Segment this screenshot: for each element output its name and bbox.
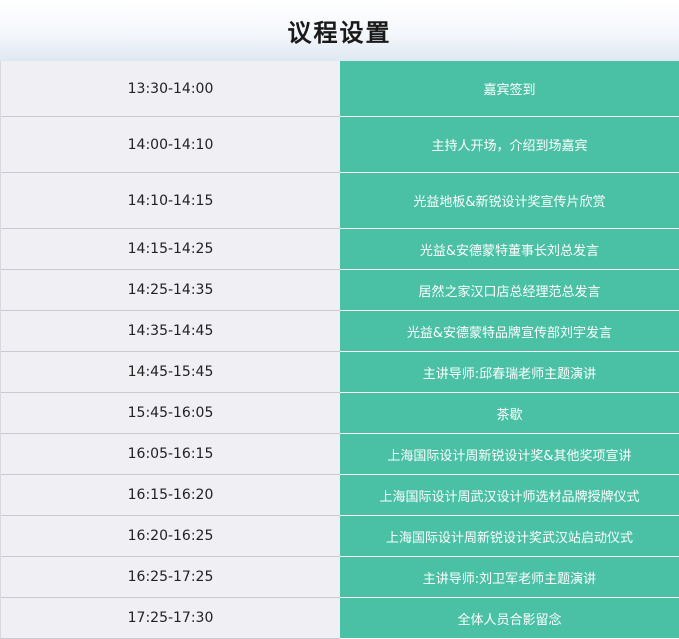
agenda-item: 上海国际设计周新锐设计奖武汉站启动仪式 [340,516,679,557]
agenda-table: 13:30-14:00 嘉宾签到 14:00-14:10 主持人开场，介绍到场嘉… [0,61,679,639]
agenda-row: 14:15-14:25 光益&安德蒙特董事长刘总发言 [1,229,679,270]
agenda-page: 议程设置 13:30-14:00 嘉宾签到 14:00-14:10 主持人开场，… [0,0,679,639]
agenda-item: 上海国际设计周新锐设计奖&其他奖项宣讲 [340,434,679,475]
agenda-item: 茶歇 [340,393,679,434]
agenda-row: 17:25-17:30 全体人员合影留念 [1,598,679,639]
agenda-time: 14:45-15:45 [1,352,340,392]
agenda-time: 15:45-16:05 [1,393,340,433]
agenda-time: 14:15-14:25 [1,229,340,269]
agenda-item: 居然之家汉口店总经理范总发言 [340,270,679,311]
agenda-item: 上海国际设计周武汉设计师选材品牌授牌仪式 [340,475,679,516]
agenda-time: 14:10-14:15 [1,173,340,228]
agenda-row: 16:25-17:25 主讲导师:刘卫军老师主题演讲 [1,557,679,598]
agenda-item: 光益地板&新锐设计奖宣传片欣赏 [340,173,679,229]
agenda-row: 16:15-16:20 上海国际设计周武汉设计师选材品牌授牌仪式 [1,475,679,516]
agenda-time: 14:00-14:10 [1,117,340,172]
agenda-row: 14:35-14:45 光益&安德蒙特品牌宣传部刘宇发言 [1,311,679,352]
agenda-item: 主讲导师:刘卫军老师主题演讲 [340,557,679,598]
agenda-time: 16:20-16:25 [1,516,340,556]
agenda-row: 13:30-14:00 嘉宾签到 [1,61,679,117]
agenda-item: 光益&安德蒙特董事长刘总发言 [340,229,679,270]
agenda-item: 光益&安德蒙特品牌宣传部刘宇发言 [340,311,679,352]
agenda-row: 16:20-16:25 上海国际设计周新锐设计奖武汉站启动仪式 [1,516,679,557]
agenda-item: 全体人员合影留念 [340,598,679,639]
agenda-item: 主持人开场，介绍到场嘉宾 [340,117,679,173]
agenda-item: 嘉宾签到 [340,61,679,117]
page-title: 议程设置 [287,19,392,47]
agenda-row: 14:00-14:10 主持人开场，介绍到场嘉宾 [1,117,679,173]
agenda-row: 16:05-16:15 上海国际设计周新锐设计奖&其他奖项宣讲 [1,434,679,475]
agenda-time: 16:15-16:20 [1,475,340,515]
agenda-time: 14:35-14:45 [1,311,340,351]
agenda-time: 17:25-17:30 [1,598,340,638]
header: 议程设置 [0,0,679,61]
agenda-row: 14:10-14:15 光益地板&新锐设计奖宣传片欣赏 [1,173,679,229]
agenda-item: 主讲导师:邱春瑞老师主题演讲 [340,352,679,393]
agenda-time: 14:25-14:35 [1,270,340,310]
agenda-row: 14:45-15:45 主讲导师:邱春瑞老师主题演讲 [1,352,679,393]
agenda-row: 15:45-16:05 茶歇 [1,393,679,434]
agenda-time: 13:30-14:00 [1,61,340,116]
agenda-row: 14:25-14:35 居然之家汉口店总经理范总发言 [1,270,679,311]
agenda-time: 16:25-17:25 [1,557,340,597]
agenda-time: 16:05-16:15 [1,434,340,474]
